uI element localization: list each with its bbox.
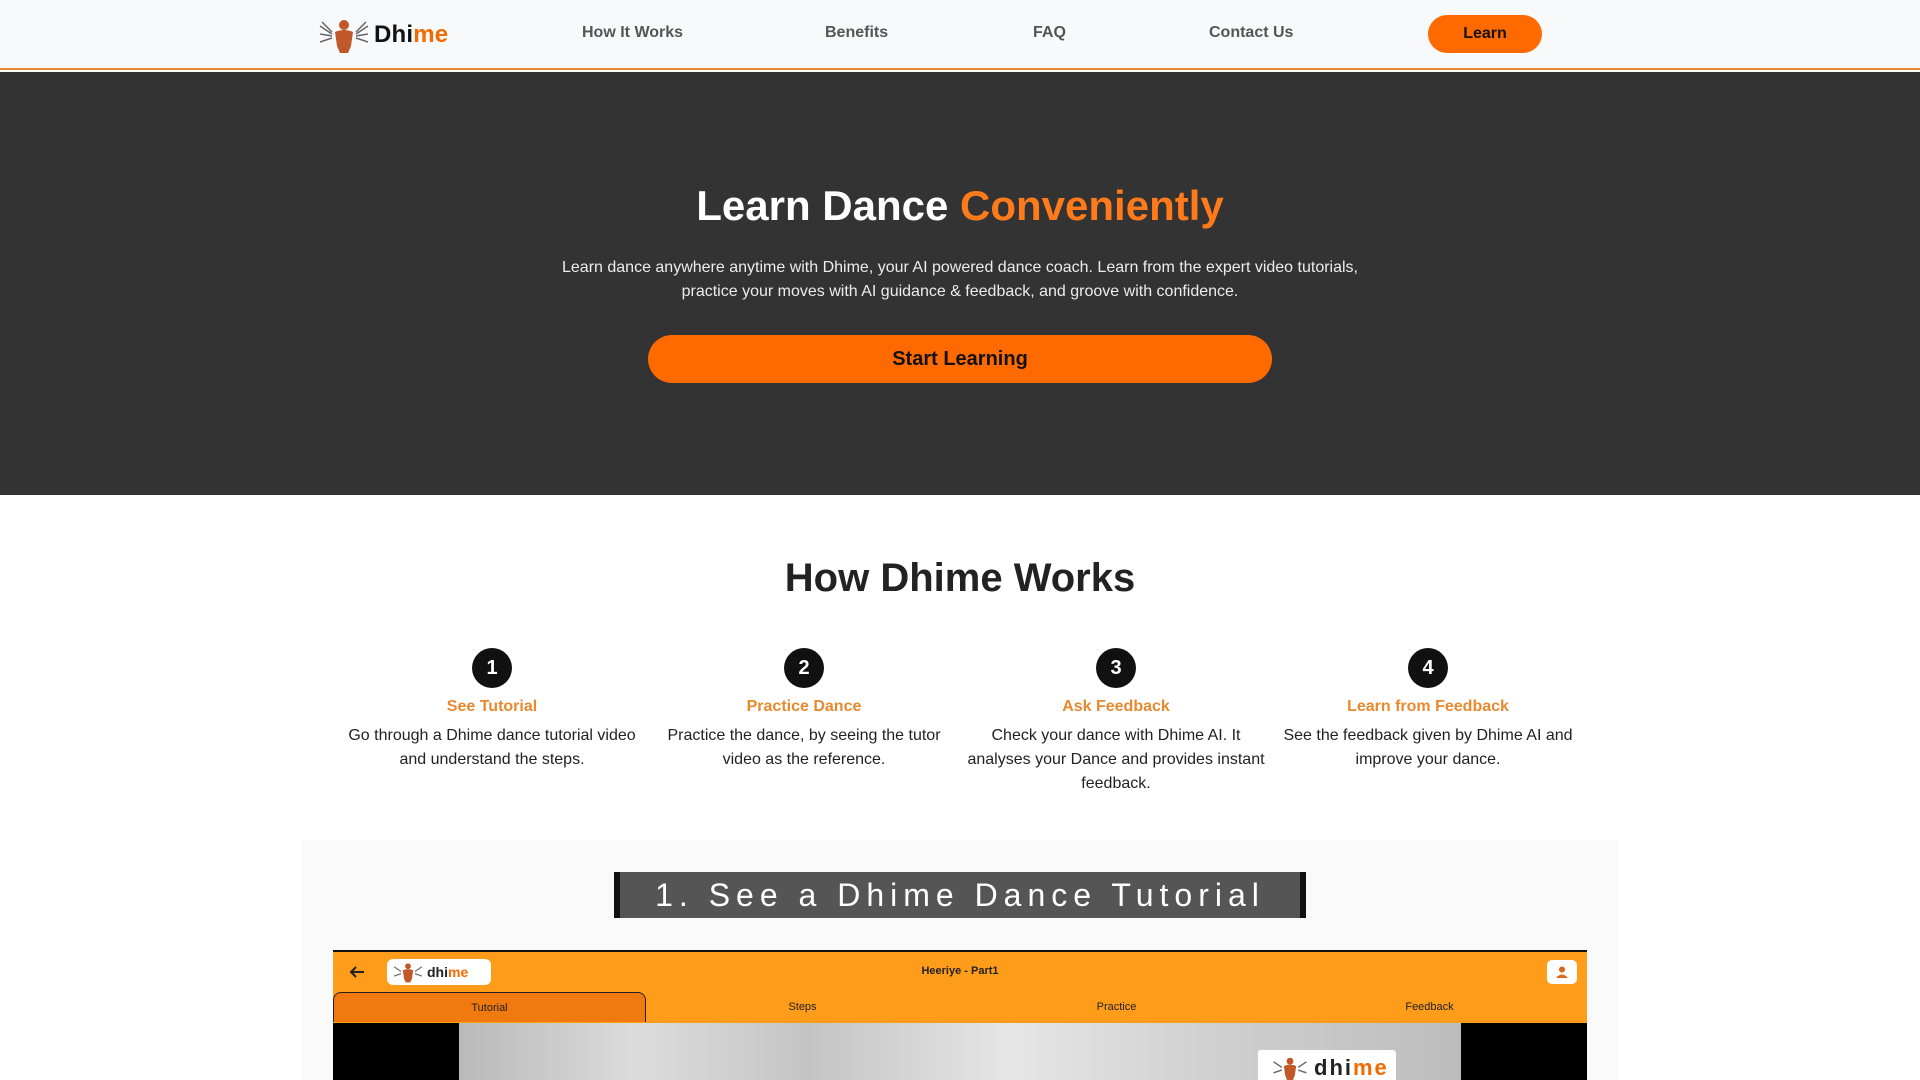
step-title: Practice Dance (746, 698, 862, 715)
start-learning-button[interactable]: Start Learning (648, 335, 1272, 383)
tab-feedback[interactable]: Feedback (1273, 992, 1586, 1022)
tab-tutorial[interactable]: Tutorial (333, 992, 646, 1022)
navbar: Dhime How It Works Benefits FAQ Contact … (0, 0, 1920, 70)
dancer-logo-icon (318, 16, 370, 54)
how-it-works-title: How Dhime Works (784, 556, 1136, 600)
tutorial-banner: 1. See a Dhime Dance Tutorial (614, 872, 1306, 918)
app-screenshot: dhime Heeriye - Part1 Tutorial Steps Pra… (333, 950, 1587, 1080)
step-description: See the feedback given by Dhime AI and i… (1283, 727, 1573, 768)
step-title: Ask Feedback (1062, 698, 1170, 715)
brand-name: Dhime (374, 21, 449, 48)
tab-steps[interactable]: Steps (646, 992, 959, 1022)
step-card: 3 Ask Feedback Check your dance with Dhi… (966, 648, 1266, 796)
step-title: See Tutorial (446, 698, 538, 715)
nav-link-how-it-works[interactable]: How It Works (582, 24, 683, 42)
video-player[interactable] (333, 1023, 1587, 1080)
step-card: 4 Learn from Feedback See the feedback g… (1278, 648, 1578, 772)
tab-practice[interactable]: Practice (960, 992, 1273, 1022)
step-number: 2 (784, 648, 824, 688)
hero-title: Learn Dance Conveniently (696, 182, 1224, 229)
step-number: 4 (1408, 648, 1448, 688)
step-card: 2 Practice Dance Practice the dance, by … (654, 648, 954, 772)
app-video-title: Heeriye - Part1 (921, 965, 999, 977)
hero-section: Learn Dance Conveniently Learn dance any… (0, 72, 1920, 495)
step-description: Practice the dance, by seeing the tutor … (667, 727, 941, 768)
step-description: Go through a Dhime dance tutorial video … (348, 727, 636, 768)
nav-link-benefits[interactable]: Benefits (825, 24, 888, 42)
learn-button[interactable]: Learn (1428, 15, 1542, 53)
brand-logo[interactable]: Dhime (318, 16, 448, 54)
video-watermark-text: dhime (1314, 1055, 1389, 1080)
step-title: Learn from Feedback (1347, 698, 1509, 715)
dancer-logo-icon (1273, 1057, 1307, 1080)
nav-link-faq[interactable]: FAQ (1033, 24, 1066, 42)
step-description: Check your dance with Dhime AI. It analy… (967, 727, 1265, 792)
nav-link-contact-us[interactable]: Contact Us (1209, 24, 1293, 42)
step-number: 1 (472, 648, 512, 688)
step-card: 1 See Tutorial Go through a Dhime dance … (342, 648, 642, 772)
video-watermark-logo: dhime (1258, 1050, 1396, 1080)
user-icon[interactable] (1547, 960, 1577, 984)
step-number: 3 (1096, 648, 1136, 688)
hero-subtitle: Learn dance anywhere anytime with Dhime,… (562, 259, 1358, 300)
